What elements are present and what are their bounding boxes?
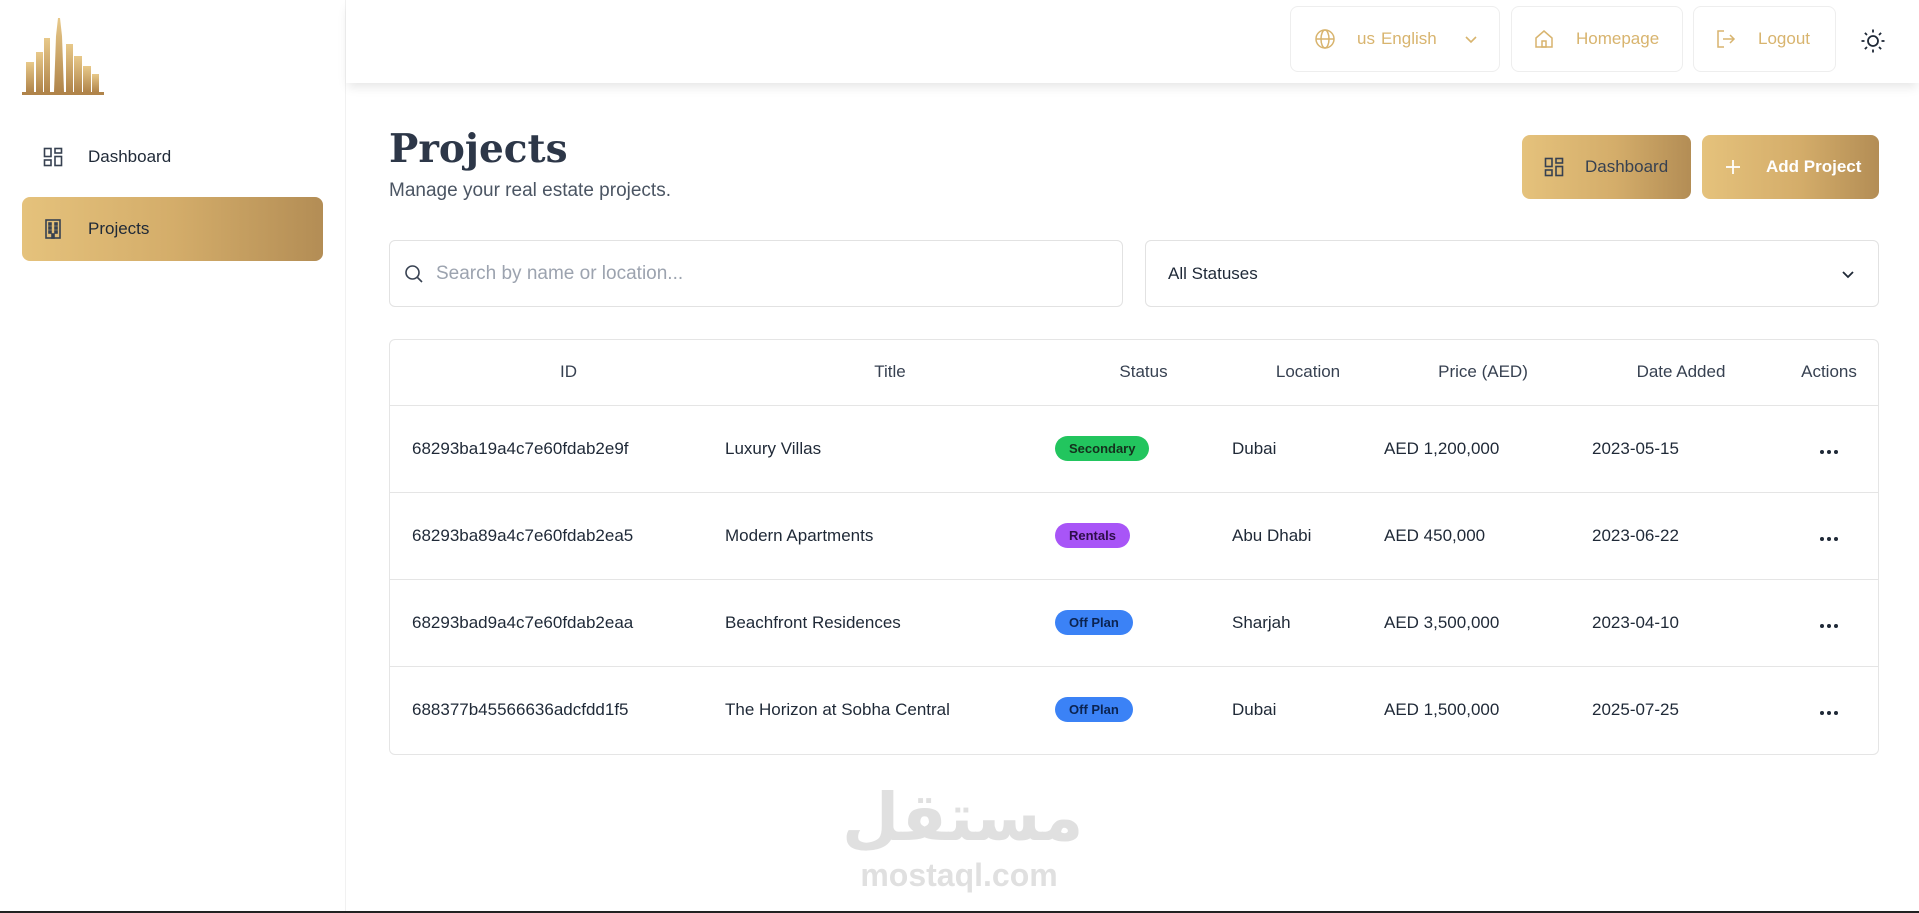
cell-date: 2023-05-15 [1592, 438, 1679, 458]
sidebar-item-label: Dashboard [88, 147, 172, 166]
globe-icon [1313, 27, 1337, 51]
sun-icon[interactable] [1859, 27, 1887, 55]
header-title[interactable]: Title [725, 340, 1055, 405]
homepage-label: Homepage [1576, 29, 1660, 48]
sidebar-item-label: Projects [88, 219, 150, 238]
add-project-button[interactable]: Add Project [1702, 135, 1879, 199]
add-project-label: Add Project [1766, 157, 1862, 176]
page-subtitle: Manage your real estate projects. [389, 180, 671, 201]
header-price[interactable]: Price (AED) [1384, 340, 1582, 405]
language-label: English [1380, 29, 1437, 48]
language-flag: us [1357, 29, 1375, 48]
table-row[interactable]: 68293ba19a4c7e60fdab2e9f Luxury Villas S… [390, 405, 1878, 492]
row-actions-menu-icon[interactable] [1816, 533, 1842, 545]
status-badge: Secondary [1055, 436, 1150, 461]
dashboard-grid-icon [42, 146, 64, 168]
watermark-arabic: مستقل [842, 779, 1084, 856]
row-actions-menu-icon[interactable] [1816, 707, 1842, 719]
cell-date: 2025-07-25 [1592, 699, 1679, 719]
cell-title: The Horizon at Sobha Central [725, 699, 950, 719]
cell-date: 2023-04-10 [1592, 612, 1679, 632]
dashboard-button[interactable]: Dashboard [1522, 135, 1691, 199]
cell-title: Beachfront Residences [725, 612, 901, 632]
sidebar-item-projects[interactable]: Projects [22, 197, 323, 261]
home-icon [1532, 27, 1556, 51]
cell-location: Abu Dhabi [1232, 525, 1312, 545]
table-row[interactable]: 68293bad9a4c7e60fdab2eaa Beachfront Resi… [390, 579, 1878, 666]
cell-title: Modern Apartments [725, 525, 874, 545]
status-badge: Rentals [1055, 523, 1130, 548]
cell-location: Dubai [1232, 699, 1277, 719]
logout-button[interactable]: Logout [1693, 6, 1836, 72]
cell-price: AED 1,500,000 [1384, 699, 1500, 719]
status-filter-value: All Statuses [1168, 263, 1258, 283]
cell-location: Sharjah [1232, 612, 1291, 632]
sidebar: Dashboard Projects [0, 0, 346, 913]
cell-price: AED 1,200,000 [1384, 438, 1500, 458]
page-title: Projects [389, 126, 568, 172]
sidebar-item-dashboard[interactable]: Dashboard [22, 125, 323, 189]
table-row[interactable]: 688377b45566636adcfdd1f5 The Horizon at … [390, 666, 1878, 753]
logout-icon [1714, 27, 1738, 51]
header-location[interactable]: Location [1232, 340, 1384, 405]
cell-id: 68293ba19a4c7e60fdab2e9f [412, 438, 629, 458]
dashboard-button-label: Dashboard [1585, 157, 1669, 176]
header-status[interactable]: Status [1055, 340, 1232, 405]
cell-id: 68293ba89a4c7e60fdab2ea5 [412, 525, 634, 545]
header-date[interactable]: Date Added [1582, 340, 1780, 405]
chevron-down-icon [1840, 266, 1856, 282]
language-selector[interactable]: us English [1290, 6, 1500, 72]
row-actions-menu-icon[interactable] [1816, 620, 1842, 632]
dashboard-grid-icon [1544, 157, 1564, 177]
topbar [346, 0, 1919, 83]
cell-id: 688377b45566636adcfdd1f5 [412, 699, 629, 719]
search-input[interactable] [436, 262, 1096, 285]
status-badge: Off Plan [1055, 697, 1133, 723]
watermark: مستقل mostaql.com [842, 778, 1084, 893]
header-id[interactable]: ID [390, 340, 725, 405]
table-header-row: ID Title Status Location Price (AED) Dat… [390, 340, 1878, 405]
status-badge: Off Plan [1055, 610, 1133, 635]
cell-id: 68293bad9a4c7e60fdab2eaa [412, 612, 634, 632]
building-icon [42, 218, 64, 240]
cell-date: 2023-06-22 [1592, 525, 1679, 545]
table-row[interactable]: 68293ba89a4c7e60fdab2ea5 Modern Apartmen… [390, 492, 1878, 579]
city-skyline-logo[interactable] [22, 18, 104, 98]
search-icon [404, 264, 424, 284]
cell-location: Dubai [1232, 438, 1277, 458]
cell-title: Luxury Villas [725, 438, 822, 458]
cell-price: AED 3,500,000 [1384, 612, 1500, 632]
search-box [389, 240, 1123, 307]
plus-icon [1724, 158, 1742, 176]
row-actions-menu-icon[interactable] [1816, 446, 1842, 458]
homepage-button[interactable]: Homepage [1511, 6, 1683, 72]
chevron-down-icon [1459, 27, 1483, 51]
projects-table: ID Title Status Location Price (AED) Dat… [389, 339, 1879, 755]
watermark-latin: mostaql.com [860, 857, 1058, 893]
logout-label: Logout [1758, 29, 1810, 48]
status-filter-select[interactable]: All Statuses [1145, 240, 1879, 307]
header-actions: Actions [1801, 362, 1857, 382]
cell-price: AED 450,000 [1384, 525, 1486, 545]
